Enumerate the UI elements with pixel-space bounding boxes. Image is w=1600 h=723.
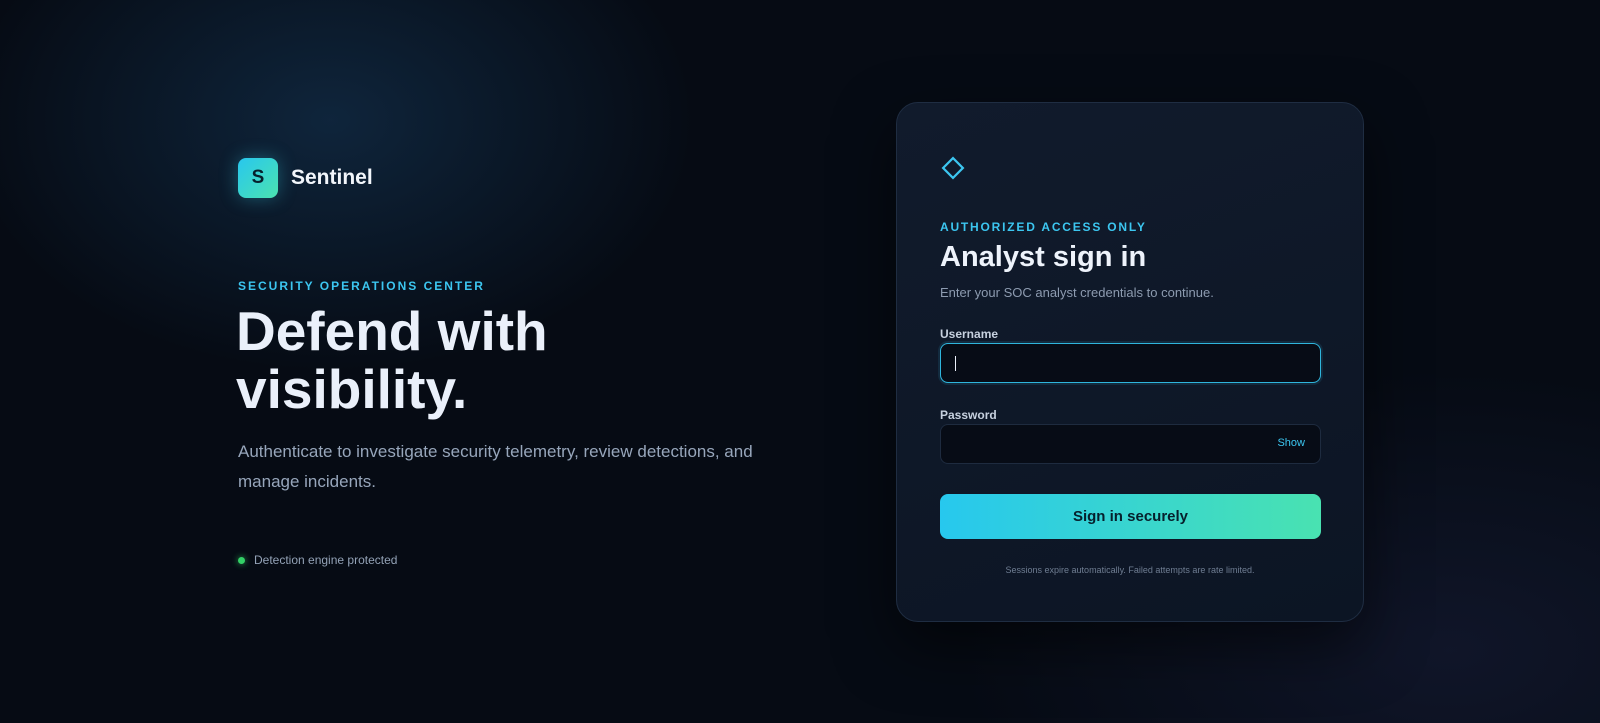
show-password-button[interactable]: Show: [1277, 437, 1305, 449]
card-title: Analyst sign in: [940, 241, 1147, 273]
card-eyebrow: AUTHORIZED ACCESS ONLY: [940, 220, 1147, 234]
username-field-wrapper[interactable]: [940, 343, 1321, 383]
brand: S Sentinel: [238, 158, 373, 198]
password-field-wrapper[interactable]: Show: [940, 424, 1321, 464]
hero-title: Defend with visibility.: [236, 300, 548, 420]
brand-logo: S: [238, 158, 278, 198]
sign-in-card: AUTHORIZED ACCESS ONLY Analyst sign in E…: [896, 102, 1364, 622]
diamond-icon: [941, 156, 965, 180]
hero-description: Authenticate to investigate security tel…: [238, 442, 753, 491]
sign-in-button[interactable]: Sign in securely: [940, 494, 1321, 539]
session-note: Sessions expire automatically. Failed at…: [1005, 565, 1255, 575]
card-subtitle: Enter your SOC analyst credentials to co…: [940, 285, 1214, 300]
password-input[interactable]: [941, 425, 1320, 463]
status-text: Detection engine protected: [254, 553, 398, 567]
username-input[interactable]: [941, 344, 1320, 382]
hero-eyebrow: SECURITY OPERATIONS CENTER: [238, 279, 485, 293]
brand-name: Sentinel: [291, 166, 373, 189]
status-dot-icon: [238, 556, 245, 564]
status-indicator: Detection engine protected: [238, 553, 397, 567]
password-label: Password: [940, 408, 997, 422]
username-label: Username: [940, 327, 999, 341]
